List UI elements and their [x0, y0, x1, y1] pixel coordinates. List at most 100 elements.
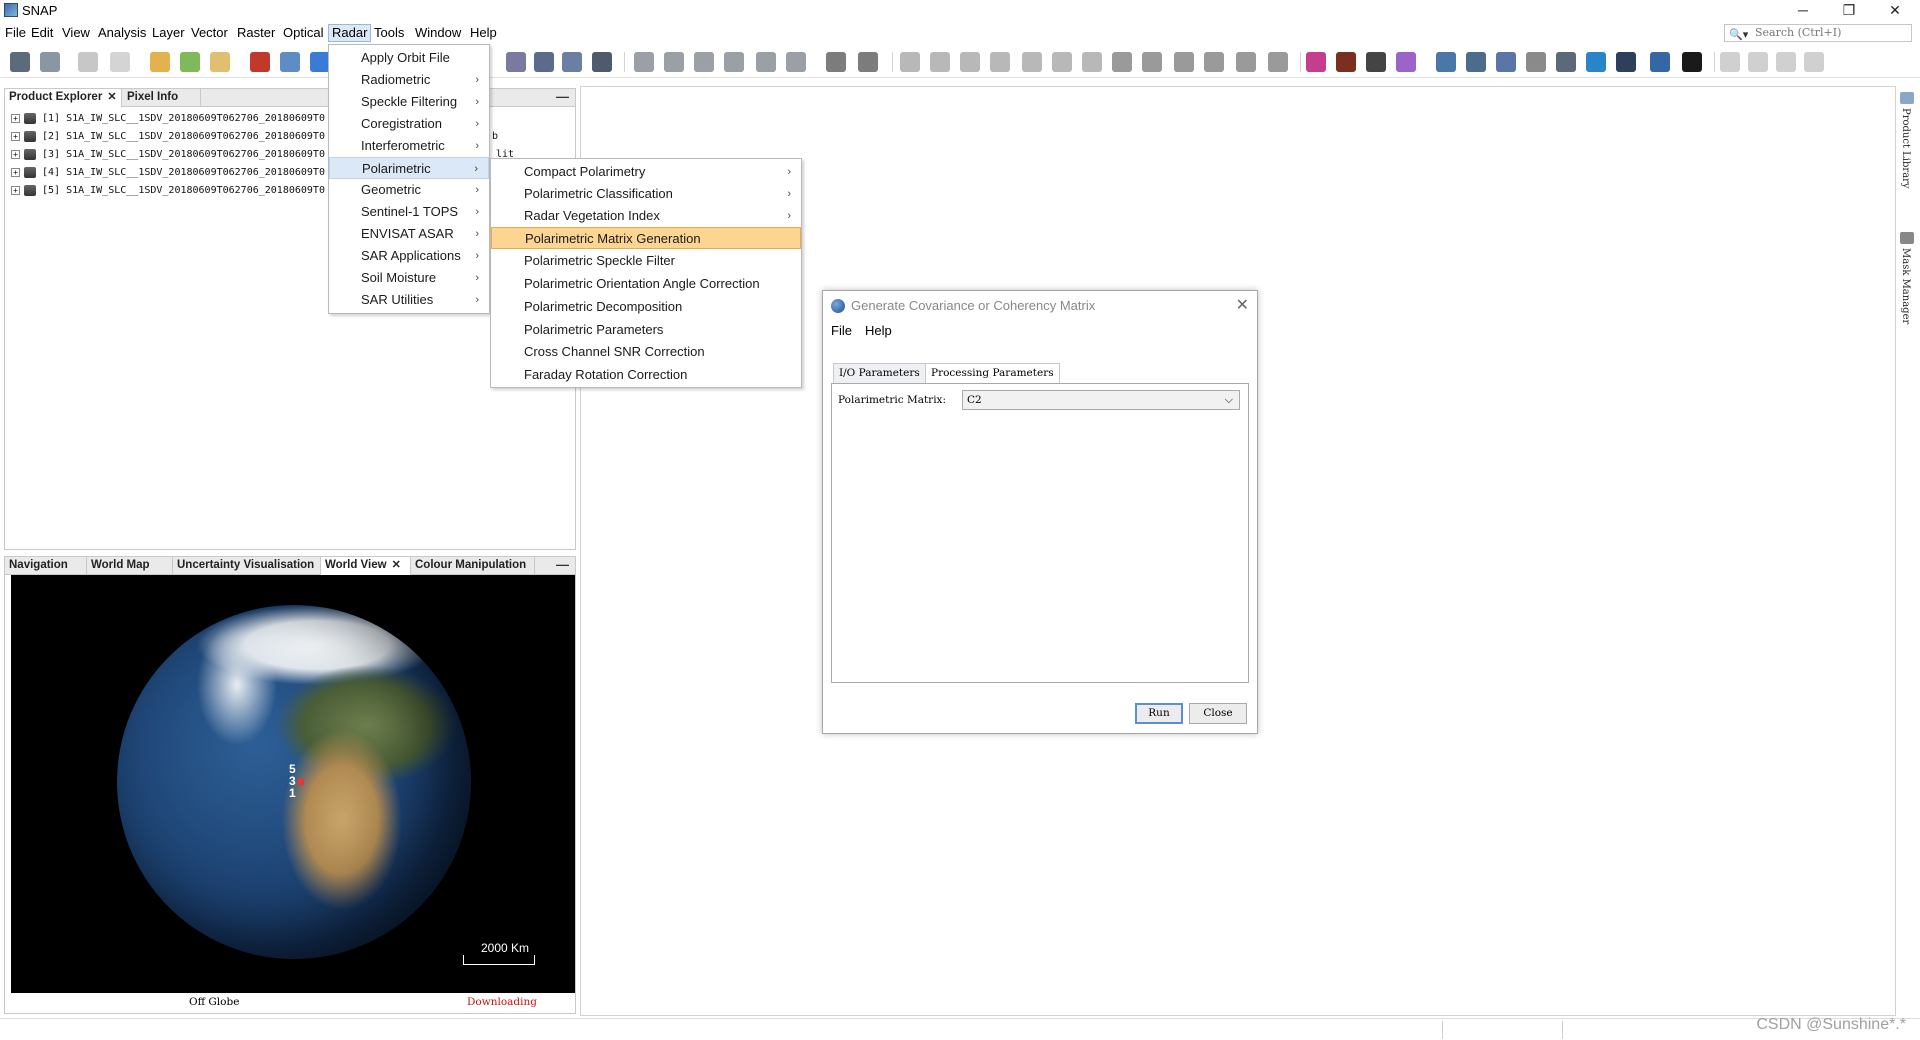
world-view-icon[interactable] — [310, 52, 330, 72]
select-tool-icon[interactable] — [900, 52, 920, 72]
menu-item-soil-moisture[interactable]: Soil Moisture › — [329, 267, 489, 289]
menu-edit[interactable]: Edit — [28, 25, 56, 43]
menu-window[interactable]: Window — [412, 25, 464, 43]
product-library-tab[interactable]: Product Library — [1900, 108, 1911, 189]
menu-item-polarimetric-parameters[interactable]: Polarimetric Parameters — [491, 319, 801, 341]
menu-vector[interactable]: Vector — [188, 25, 231, 43]
graph-builder-icon[interactable] — [634, 52, 654, 72]
search-tool-icon[interactable] — [1556, 52, 1576, 72]
redo-icon[interactable] — [110, 52, 130, 72]
eye-icon[interactable] — [1586, 52, 1606, 72]
dialog-menu-help[interactable]: Help — [865, 323, 892, 338]
spectrum-icon[interactable] — [506, 52, 526, 72]
rectangle-draw-icon[interactable] — [1112, 52, 1132, 72]
undo-icon[interactable] — [78, 52, 98, 72]
histogram-icon[interactable] — [534, 52, 554, 72]
line-draw-icon[interactable] — [1052, 52, 1072, 72]
band-maths-icon[interactable] — [150, 52, 170, 72]
open-product-icon[interactable] — [10, 52, 30, 72]
world-view-canvas[interactable]: 5 3 1 2000 Km — [11, 575, 575, 993]
menu-radar[interactable]: Radar — [328, 24, 372, 42]
tab-product-explorer[interactable]: Product Explorer ✕ — [5, 89, 122, 107]
menu-item-envisat-asar[interactable]: ENVISAT ASAR › — [329, 223, 489, 245]
tab-colour-manipulation[interactable]: Colour Manipulation — [411, 557, 535, 575]
menu-item-radar-vegetation-index[interactable]: Radar Vegetation Index › — [491, 205, 801, 227]
expand-icon[interactable]: + — [11, 167, 20, 177]
stack-tool-icon[interactable] — [1496, 52, 1516, 72]
menu-item-polarimetric-classification[interactable]: Polarimetric Classification › — [491, 183, 801, 205]
binary-tool-icon[interactable] — [1366, 52, 1386, 72]
minimize-window-button[interactable]: ─ — [1780, 0, 1826, 22]
menu-tools[interactable]: Tools — [371, 25, 407, 43]
close-dialog-button[interactable]: ✕ — [1236, 295, 1249, 315]
export-icon[interactable] — [210, 52, 230, 72]
mask-tool-icon[interactable] — [786, 52, 806, 72]
product-row-3[interactable]: + [3] S1A_IW_SLC__1SDV_20180609T062706_20… — [11, 147, 325, 163]
mosaic-icon[interactable] — [724, 52, 744, 72]
tab-processing-parameters[interactable]: Processing Parameters — [925, 363, 1060, 383]
restore-window-button[interactable]: ❐ — [1826, 0, 1872, 22]
gcp-placing-icon[interactable] — [1022, 52, 1042, 72]
menu-item-coregistration[interactable]: Coregistration › — [329, 113, 489, 135]
tab-world-map[interactable]: World Map — [87, 557, 173, 575]
menu-optical[interactable]: Optical — [280, 25, 326, 43]
tile-vertical-icon[interactable] — [1804, 52, 1824, 72]
menu-view[interactable]: View — [59, 25, 93, 43]
save-product-icon[interactable] — [40, 52, 60, 72]
scatter-plot-icon[interactable] — [562, 52, 582, 72]
menu-item-polarimetric-decomposition[interactable]: Polarimetric Decomposition — [491, 296, 801, 318]
pattern-icon[interactable] — [858, 52, 878, 72]
menu-item-sar-utilities[interactable]: SAR Utilities › — [329, 289, 489, 311]
menu-item-faraday-rotation-correction[interactable]: Faraday Rotation Correction — [491, 364, 801, 386]
pan-tool-icon[interactable] — [930, 52, 950, 72]
magic-wand-icon[interactable] — [1204, 52, 1224, 72]
menu-file[interactable]: File — [2, 25, 29, 43]
tab-navigation[interactable]: Navigation — [5, 557, 87, 575]
menu-item-apply-orbit-file[interactable]: Apply Orbit File — [329, 47, 489, 69]
menu-item-polarimetric[interactable]: Polarimetric › — [329, 157, 489, 179]
zoom-tool-icon[interactable] — [960, 52, 980, 72]
polarimetric-matrix-select[interactable]: C2 ⌵ — [962, 390, 1240, 410]
close-button[interactable]: Close — [1189, 703, 1247, 724]
menu-layer[interactable]: Layer — [149, 25, 188, 43]
minimize-panel-button[interactable]: — — [556, 90, 569, 103]
tab-world-view[interactable]: World View ✕ — [321, 557, 411, 575]
range-finder-icon[interactable] — [1236, 52, 1256, 72]
globe-icon[interactable] — [1650, 52, 1670, 72]
sphere-icon[interactable] — [1682, 52, 1702, 72]
menu-item-sar-applications[interactable]: SAR Applications › — [329, 245, 489, 267]
menu-item-geometric[interactable]: Geometric › — [329, 179, 489, 201]
menu-item-interferometric[interactable]: Interferometric › — [329, 135, 489, 157]
mask-manager-tab[interactable]: Mask Manager — [1900, 248, 1911, 324]
gcp-manager-icon[interactable] — [1526, 52, 1546, 72]
menu-raster[interactable]: Raster — [234, 25, 278, 43]
menu-item-cross-channel-snr-correction[interactable]: Cross Channel SNR Correction — [491, 341, 801, 363]
product-row-2[interactable]: + [2] S1A_IW_SLC__1SDV_20180609T062706_20… — [11, 129, 325, 145]
star-tool-icon[interactable] — [1306, 52, 1326, 72]
dialog-title-bar[interactable]: Generate Covariance or Coherency Matrix … — [823, 291, 1257, 319]
polyline-draw-icon[interactable] — [1082, 52, 1102, 72]
product-row-5[interactable]: + [5] S1A_IW_SLC__1SDV_20180609T062706_20… — [11, 183, 325, 199]
expand-icon[interactable]: + — [11, 113, 20, 123]
menu-item-speckle-filtering[interactable]: Speckle Filtering › — [329, 91, 489, 113]
grid-icon[interactable] — [694, 52, 714, 72]
menu-item-polarimetric-speckle-filter[interactable]: Polarimetric Speckle Filter — [491, 250, 801, 272]
pin-manager-icon[interactable] — [826, 52, 846, 72]
menu-item-polarimetric-orientation-angle-correction[interactable]: Polarimetric Orientation Angle Correctio… — [491, 273, 801, 295]
statistics-icon[interactable] — [592, 52, 612, 72]
rgb-image-icon[interactable] — [250, 52, 270, 72]
tab-pixel-info[interactable]: Pixel Info — [123, 89, 201, 107]
dialog-menu-file[interactable]: File — [831, 323, 852, 338]
menu-item-sentinel-1-tops[interactable]: Sentinel-1 TOPS › — [329, 201, 489, 223]
menu-item-compact-polarimetry[interactable]: Compact Polarimetry › — [491, 161, 801, 183]
pin-placing-icon[interactable] — [990, 52, 1010, 72]
image-view-icon[interactable] — [280, 52, 300, 72]
run-button[interactable]: Run — [1135, 703, 1183, 724]
measure-icon[interactable] — [1268, 52, 1288, 72]
batch-processing-icon[interactable] — [664, 52, 684, 72]
tile-single-icon[interactable] — [1720, 52, 1740, 72]
close-icon[interactable]: ✕ — [392, 559, 401, 571]
menu-item-polarimetric-matrix-generation[interactable]: Polarimetric Matrix Generation — [491, 227, 801, 249]
expand-icon[interactable]: + — [11, 149, 20, 159]
product-row-4[interactable]: + [4] S1A_IW_SLC__1SDV_20180609T062706_20… — [11, 165, 325, 181]
